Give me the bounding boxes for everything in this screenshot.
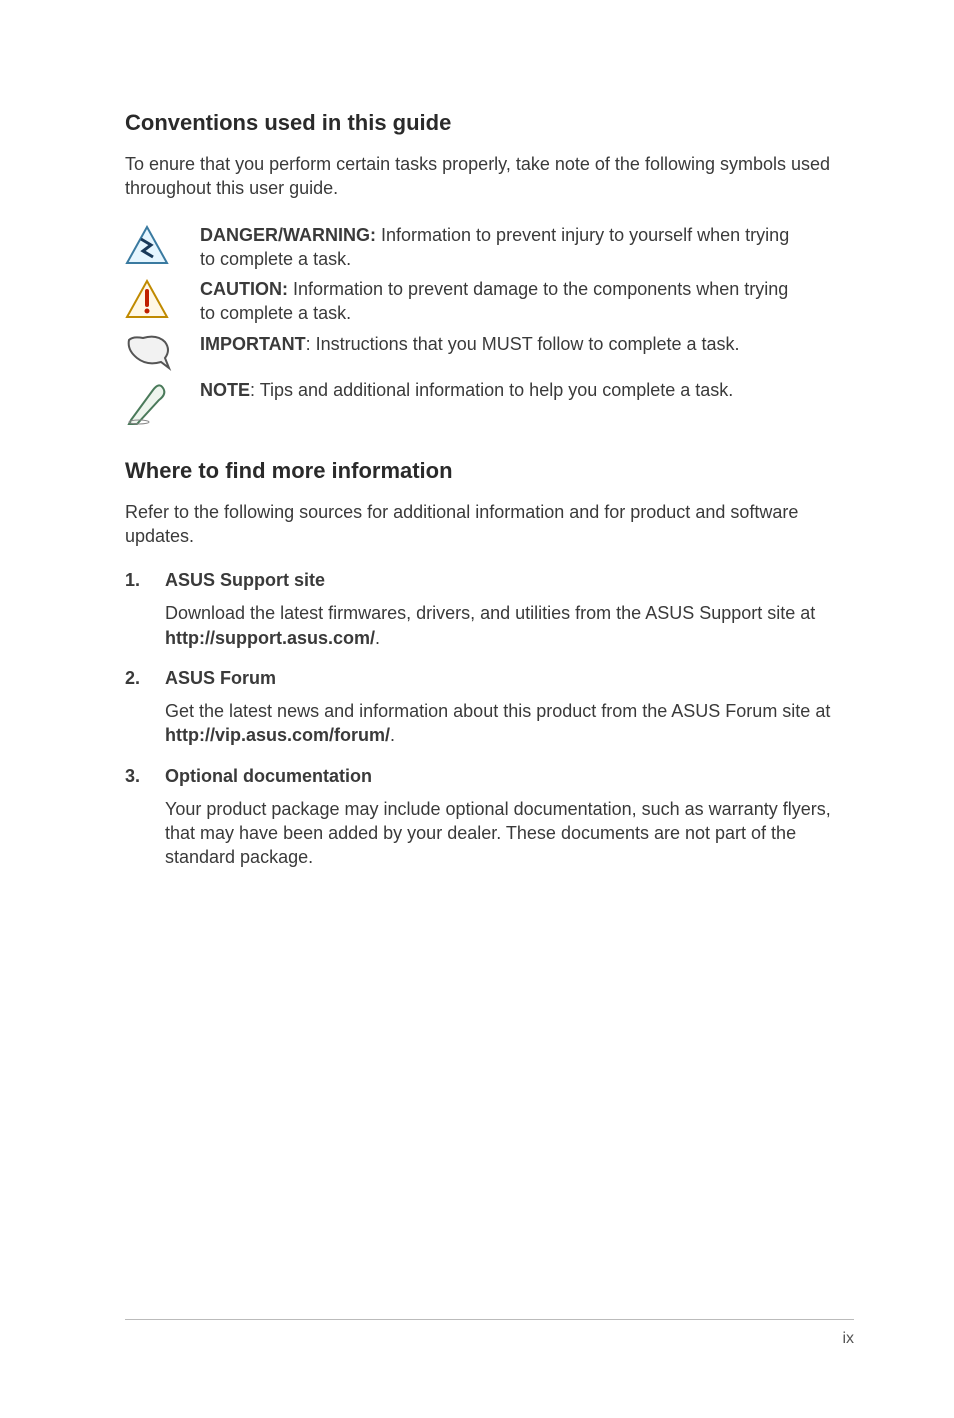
info-body-bold: http://support.asus.com/: [165, 628, 375, 648]
section-heading-conventions: Conventions used in this guide: [125, 110, 854, 136]
convention-text: CAUTION: Information to prevent damage t…: [200, 277, 854, 326]
caution-icon: [125, 277, 200, 319]
info-list: ASUS Support site Download the latest fi…: [125, 570, 854, 869]
info-body: Get the latest news and information abou…: [165, 699, 854, 748]
info-title: Optional documentation: [165, 766, 854, 787]
convention-item-note: NOTE: Tips and additional information to…: [125, 378, 854, 426]
info-body: Your product package may include optiona…: [165, 797, 854, 870]
info-body-pre: Download the latest firmwares, drivers, …: [165, 603, 815, 623]
convention-text: IMPORTANT: Instructions that you MUST fo…: [200, 332, 790, 356]
conventions-lead: To enure that you perform certain tasks …: [125, 152, 854, 201]
info-item-support: ASUS Support site Download the latest fi…: [125, 570, 854, 650]
important-icon: [125, 332, 200, 372]
convention-body: Information to prevent damage to the com…: [200, 279, 788, 323]
convention-text: NOTE: Tips and additional information to…: [200, 378, 783, 402]
info-body-pre: Your product package may include optiona…: [165, 799, 831, 868]
info-body: Download the latest firmwares, drivers, …: [165, 601, 854, 650]
section-heading-where: Where to find more information: [125, 458, 854, 484]
info-body-post: .: [375, 628, 380, 648]
convention-label: CAUTION:: [200, 279, 288, 299]
convention-body: : Instructions that you MUST follow to c…: [306, 334, 740, 354]
info-item-optional: Optional documentation Your product pack…: [125, 766, 854, 870]
convention-label: DANGER/WARNING:: [200, 225, 376, 245]
page-number: ix: [842, 1330, 854, 1347]
info-title: ASUS Support site: [165, 570, 854, 591]
convention-label: IMPORTANT: [200, 334, 306, 354]
info-item-forum: ASUS Forum Get the latest news and infor…: [125, 668, 854, 748]
convention-body: : Tips and additional information to hel…: [250, 380, 733, 400]
convention-item-caution: CAUTION: Information to prevent damage t…: [125, 277, 854, 326]
info-body-bold: http://vip.asus.com/forum/: [165, 725, 390, 745]
convention-item-danger: DANGER/WARNING: Information to prevent i…: [125, 223, 854, 272]
page-footer: ix: [125, 1319, 854, 1348]
convention-text: DANGER/WARNING: Information to prevent i…: [200, 223, 854, 272]
info-body-post: .: [390, 725, 395, 745]
info-body-pre: Get the latest news and information abou…: [165, 701, 830, 721]
convention-label: NOTE: [200, 380, 250, 400]
info-title: ASUS Forum: [165, 668, 854, 689]
note-icon: [125, 378, 200, 426]
convention-item-important: IMPORTANT: Instructions that you MUST fo…: [125, 332, 854, 372]
danger-warning-icon: [125, 223, 200, 265]
where-lead: Refer to the following sources for addit…: [125, 500, 854, 549]
